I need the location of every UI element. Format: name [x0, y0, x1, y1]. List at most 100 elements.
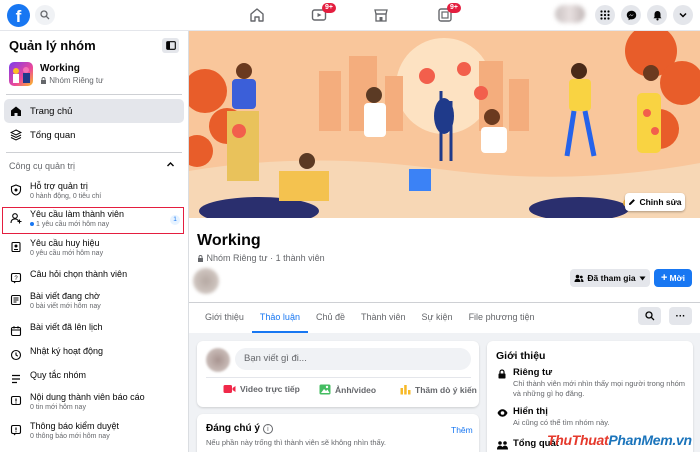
request-count-badge: 1 [170, 215, 180, 225]
sidebar-divider [6, 94, 182, 95]
badge-icon [9, 240, 23, 254]
avatar [206, 348, 230, 372]
tool-label: Bài viết đã lên lịch [30, 322, 103, 332]
group-search-button[interactable] [638, 307, 661, 325]
member-avatar[interactable] [193, 268, 219, 294]
account-button[interactable] [673, 5, 693, 25]
photo-video-button[interactable]: Ảnh/video [319, 384, 376, 395]
tool-scheduled-posts[interactable]: Bài viết đã lên lịch [4, 322, 184, 348]
joined-button[interactable]: Đã tham gia [570, 269, 650, 287]
eye-icon [496, 407, 508, 419]
joined-label: Đã tham gia [587, 273, 636, 283]
collapse-section-button[interactable] [166, 160, 175, 171]
top-navigation-bar: f 9+ 9+ [0, 0, 700, 31]
tool-admin-assist[interactable]: Hỗ trợ quản trị 0 hành động, 0 tiêu chí [4, 181, 184, 207]
watermark-part1: ThuThuat [547, 432, 609, 448]
live-video-button[interactable]: Video trực tiếp [223, 384, 300, 394]
caret-down-icon [639, 276, 646, 280]
tool-label: Quy tắc nhóm [30, 370, 87, 380]
about-row-desc: Chỉ thành viên mới nhìn thấy mọi người t… [513, 379, 686, 398]
pending-posts-icon [9, 293, 23, 307]
group-subtitle-text: Nhóm Riêng tư · 1 thành viên [206, 253, 325, 263]
lock-icon [41, 77, 46, 84]
tool-label: Hỗ trợ quản trị [30, 181, 88, 191]
tool-label: Bài viết đang chờ [30, 291, 100, 301]
sidebar-title: Quản lý nhóm [9, 38, 96, 53]
question-icon: ? [9, 271, 23, 285]
tool-sub: 0 yêu cầu mới hôm nay [30, 250, 104, 257]
tool-label: Thông báo kiểm duyệt [30, 421, 120, 431]
sidebar-item-label: Tổng quan [30, 129, 76, 141]
tool-sub: 0 hành động, 0 tiêu chí [30, 193, 102, 200]
tool-label: Câu hỏi chọn thành viên [30, 269, 128, 279]
tab-media[interactable]: File phương tiện [461, 310, 543, 333]
tool-member-reported-content[interactable]: Nội dung thành viên báo cáo 0 tin mới hôm… [4, 392, 184, 418]
group-thumbnail-art-icon [13, 67, 30, 83]
invite-button[interactable]: + Mời [654, 269, 692, 287]
group-name[interactable]: Working [40, 63, 80, 74]
groups-badge: 9+ [447, 3, 461, 13]
more-options-button[interactable]: ··· [669, 307, 692, 325]
photo-icon [319, 384, 331, 395]
plus-icon: + [661, 272, 668, 284]
messenger-button[interactable] [621, 5, 641, 25]
tab-discussion[interactable]: Thảo luận [251, 310, 308, 333]
edit-cover-button[interactable]: Chỉnh sửa [625, 193, 685, 211]
notifications-button[interactable] [647, 5, 667, 25]
tab-events[interactable]: Sự kiện [414, 310, 461, 333]
tool-sub: 0 tin mới hôm nay [30, 404, 86, 411]
group-thumbnail[interactable] [9, 62, 33, 86]
sidebar-item-home[interactable]: Trang chủ [4, 99, 184, 123]
tab-topics[interactable]: Chủ đề [308, 310, 353, 333]
pencil-icon [629, 199, 636, 205]
sidebar-toggle-icon [165, 41, 176, 50]
post-input[interactable]: Bạn viết gì đi... [235, 348, 471, 370]
messenger-icon [626, 10, 636, 20]
sidebar-divider [6, 152, 182, 153]
invite-label: Mời [669, 273, 685, 283]
facebook-logo[interactable]: f [7, 4, 30, 27]
composer-divider [206, 377, 471, 378]
tool-pending-posts[interactable]: Bài viết đang chờ 0 bài viết mới hôm nay [4, 291, 184, 317]
group-tabs: Giới thiệu Thảo luận Chủ đề Thành viên S… [197, 310, 543, 333]
watermark-part2: PhanMem [608, 432, 673, 448]
action-label: Video trực tiếp [240, 384, 300, 394]
report-icon [9, 394, 23, 408]
poll-button[interactable]: Thăm dò ý kiến [400, 384, 477, 395]
moderation-alert-icon [9, 423, 23, 437]
calendar-icon [9, 324, 23, 338]
tool-moderation-alerts[interactable]: Thông báo kiểm duyệt 0 thông báo mới hôm … [4, 421, 184, 447]
tab-members[interactable]: Thành viên [353, 310, 414, 333]
activity-log-icon [9, 348, 23, 362]
admin-assist-icon [9, 183, 23, 197]
about-row-heading: Riêng tư [513, 367, 553, 378]
tool-sub: 0 thông báo mới hôm nay [30, 433, 110, 440]
tool-badge-requests[interactable]: Yêu cầu huy hiệu 0 yêu cầu mới hôm nay [4, 238, 184, 264]
group-people-icon [496, 439, 508, 451]
group-privacy: Nhóm Riêng tư [40, 76, 104, 85]
nav-home[interactable] [248, 6, 266, 24]
tool-label: Nhật ký hoạt động [30, 346, 104, 356]
about-private-row: Riêng tư Chỉ thành viên mới nhìn thấy mọi… [496, 367, 693, 399]
tab-about[interactable]: Giới thiệu [197, 310, 252, 333]
about-row-heading: Hiển thị [513, 406, 548, 417]
home-icon [9, 104, 23, 118]
notifications-icon [653, 10, 661, 20]
search-icon [644, 311, 654, 321]
highlight-annotation-box [2, 207, 184, 234]
collapse-sidebar-button[interactable] [162, 38, 179, 53]
menu-button[interactable] [595, 5, 615, 25]
group-privacy-label: Nhóm Riêng tư [49, 76, 104, 85]
featured-see-more-link[interactable]: Thêm [451, 425, 473, 435]
tool-activity-log[interactable]: Nhật ký hoạt động [4, 346, 184, 372]
info-icon[interactable]: i [262, 423, 273, 434]
profile-shortcut[interactable] [555, 5, 585, 23]
sidebar-item-overview[interactable]: Tổng quan [4, 123, 184, 147]
home-icon [250, 8, 264, 22]
account-chevron-icon [679, 12, 687, 18]
tool-label: Nội dung thành viên báo cáo [30, 392, 145, 402]
chevron-up-icon [167, 162, 174, 167]
marketplace-icon [374, 9, 388, 22]
search-button[interactable] [35, 5, 55, 25]
nav-marketplace[interactable] [372, 6, 390, 24]
